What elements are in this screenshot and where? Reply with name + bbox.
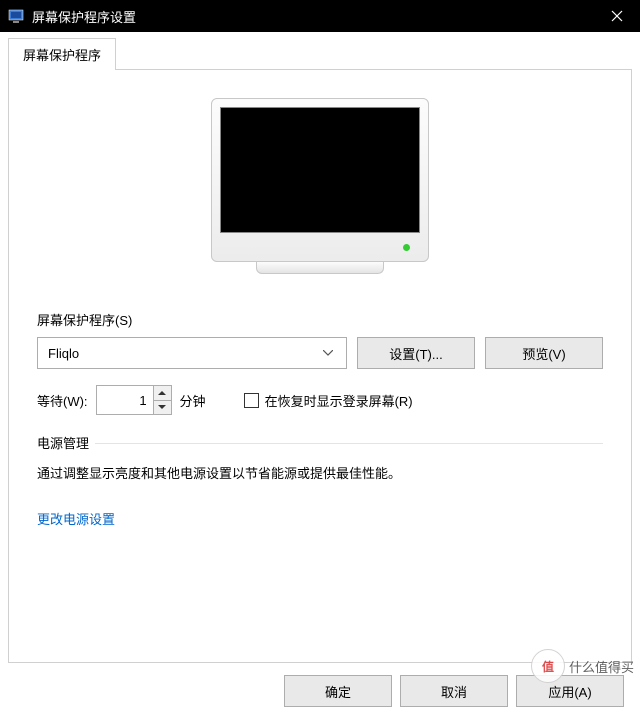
window-title: 屏幕保护程序设置 [32, 7, 594, 26]
resume-label: 在恢复时显示登录屏幕(R) [265, 391, 413, 410]
screensaver-section-label: 屏幕保护程序(S) [37, 310, 603, 329]
resume-checkbox[interactable]: 在恢复时显示登录屏幕(R) [244, 391, 413, 410]
spinner-down-button[interactable] [154, 401, 171, 415]
screensaver-row: Fliqlo 设置(T)... 预览(V) [37, 337, 603, 369]
checkbox-box [244, 393, 259, 408]
wait-spinner[interactable] [96, 385, 172, 415]
tab-filler [116, 38, 632, 70]
titlebar: 屏幕保护程序设置 [0, 0, 640, 32]
close-icon [611, 10, 623, 22]
preview-area [37, 98, 603, 274]
chevron-down-icon [158, 405, 166, 409]
preview-button[interactable]: 预览(V) [485, 337, 603, 369]
monitor-led-icon [403, 244, 410, 251]
tab-strip: 屏幕保护程序 [8, 38, 632, 70]
monitor-preview [211, 98, 429, 274]
wait-unit: 分钟 [180, 391, 206, 410]
spinner-up-button[interactable] [154, 386, 171, 401]
monitor-stand [256, 262, 384, 274]
dropdown-value: Fliqlo [48, 346, 79, 361]
wait-label: 等待(W): [37, 391, 88, 410]
close-button[interactable] [594, 0, 640, 32]
wait-row: 等待(W): 分钟 在恢复时显示登录屏幕(R) [37, 385, 603, 415]
monitor-screen [220, 107, 420, 233]
tab-screensaver[interactable]: 屏幕保护程序 [8, 38, 116, 70]
chevron-up-icon [158, 391, 166, 395]
apply-button[interactable]: 应用(A) [516, 675, 624, 707]
dialog-footer: 确定 取消 应用(A) [8, 663, 632, 711]
spinner-buttons [153, 386, 171, 414]
app-icon [8, 8, 24, 24]
wait-input[interactable] [97, 386, 153, 414]
power-group-label: 电源管理 [37, 433, 603, 452]
settings-button[interactable]: 设置(T)... [357, 337, 475, 369]
monitor-case [211, 98, 429, 262]
tab-panel: 屏幕保护程序(S) Fliqlo 设置(T)... 预览(V) 等待(W): [8, 70, 632, 663]
dialog-content: 屏幕保护程序 屏幕保护程序(S) Fliqlo 设置(T)... [0, 32, 640, 719]
ok-button[interactable]: 确定 [284, 675, 392, 707]
power-description: 通过调整显示亮度和其他电源设置以节省能源或提供最佳性能。 [37, 464, 603, 485]
screensaver-dropdown[interactable]: Fliqlo [37, 337, 347, 369]
cancel-button[interactable]: 取消 [400, 675, 508, 707]
power-settings-link[interactable]: 更改电源设置 [37, 512, 115, 527]
chevron-down-icon [318, 338, 338, 368]
